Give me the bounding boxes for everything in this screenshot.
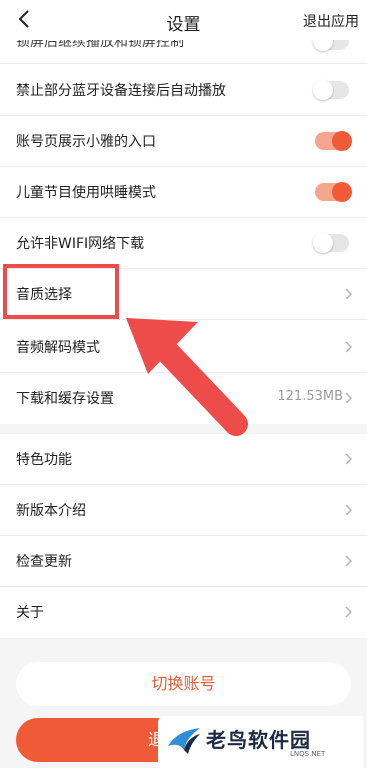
setting-label: 新版本介绍	[16, 503, 86, 519]
highlight-box	[3, 264, 119, 319]
setting-row-about[interactable]: 关于	[0, 587, 367, 638]
setting-label: 下载和缓存设置	[16, 391, 114, 407]
toggle-knob	[332, 131, 352, 151]
watermark: 老鸟软件园 LNQS.NET	[158, 716, 363, 768]
setting-label: 关于	[16, 605, 44, 621]
setting-row-bluetooth-autoplay[interactable]: 禁止部分蓝牙设备连接后自动播放	[0, 65, 367, 116]
setting-row-new-version[interactable]: 新版本介绍	[0, 485, 367, 536]
bird-logo-icon	[168, 728, 200, 754]
toggle-knob	[332, 182, 352, 202]
section-divider	[0, 424, 367, 434]
chevron-right-icon	[345, 555, 353, 567]
setting-row-xiaoya-entry[interactable]: 账号页展示小雅的入口	[0, 116, 367, 167]
partial-setting-label: 锁屏后继续播放和锁屏控制	[16, 40, 184, 50]
toggle-knob	[313, 233, 333, 253]
top-bar: 设置 退出应用	[0, 0, 367, 40]
chevron-right-icon	[345, 504, 353, 516]
chevron-right-icon	[345, 392, 353, 404]
toggle-knob	[313, 80, 333, 100]
setting-label: 音频解码模式	[16, 340, 100, 356]
setting-label: 允许非WIFI网络下载	[16, 236, 145, 252]
exit-app-button[interactable]: 退出应用	[303, 11, 359, 31]
setting-label: 账号页展示小雅的入口	[16, 134, 156, 150]
setting-label: 禁止部分蓝牙设备连接后自动播放	[16, 83, 226, 99]
cache-size-value: 121.53MB	[277, 389, 343, 404]
non-wifi-download-toggle[interactable]	[313, 233, 349, 253]
setting-label: 特色功能	[16, 452, 72, 468]
chevron-right-icon	[345, 606, 353, 618]
watermark-site: LNQS.NET	[290, 750, 326, 758]
switch-account-button[interactable]: 切换账号	[16, 662, 351, 706]
setting-row-features[interactable]: 特色功能	[0, 434, 367, 485]
setting-row-audio-decode[interactable]: 音频解码模式	[0, 322, 367, 373]
setting-row-download-cache[interactable]: 下载和缓存设置 121.53MB	[0, 373, 367, 424]
setting-label: 儿童节目使用哄睡模式	[16, 185, 156, 201]
chevron-right-icon	[345, 341, 353, 353]
setting-row-check-update[interactable]: 检查更新	[0, 536, 367, 587]
partial-setting-row[interactable]: 锁屏后继续播放和锁屏控制	[0, 40, 367, 64]
bluetooth-autoplay-toggle[interactable]	[313, 80, 349, 100]
xiaoya-entry-toggle[interactable]	[315, 131, 352, 151]
chevron-right-icon	[345, 288, 353, 300]
watermark-name: 老鸟软件园	[206, 728, 311, 752]
setting-row-sleep-mode[interactable]: 儿童节目使用哄睡模式	[0, 167, 367, 218]
sleep-mode-toggle[interactable]	[315, 182, 352, 202]
setting-row-non-wifi-download[interactable]: 允许非WIFI网络下载	[0, 218, 367, 269]
chevron-right-icon	[345, 453, 353, 465]
partial-toggle[interactable]	[313, 40, 349, 51]
setting-label: 检查更新	[16, 554, 72, 570]
toggle-knob	[313, 40, 333, 51]
